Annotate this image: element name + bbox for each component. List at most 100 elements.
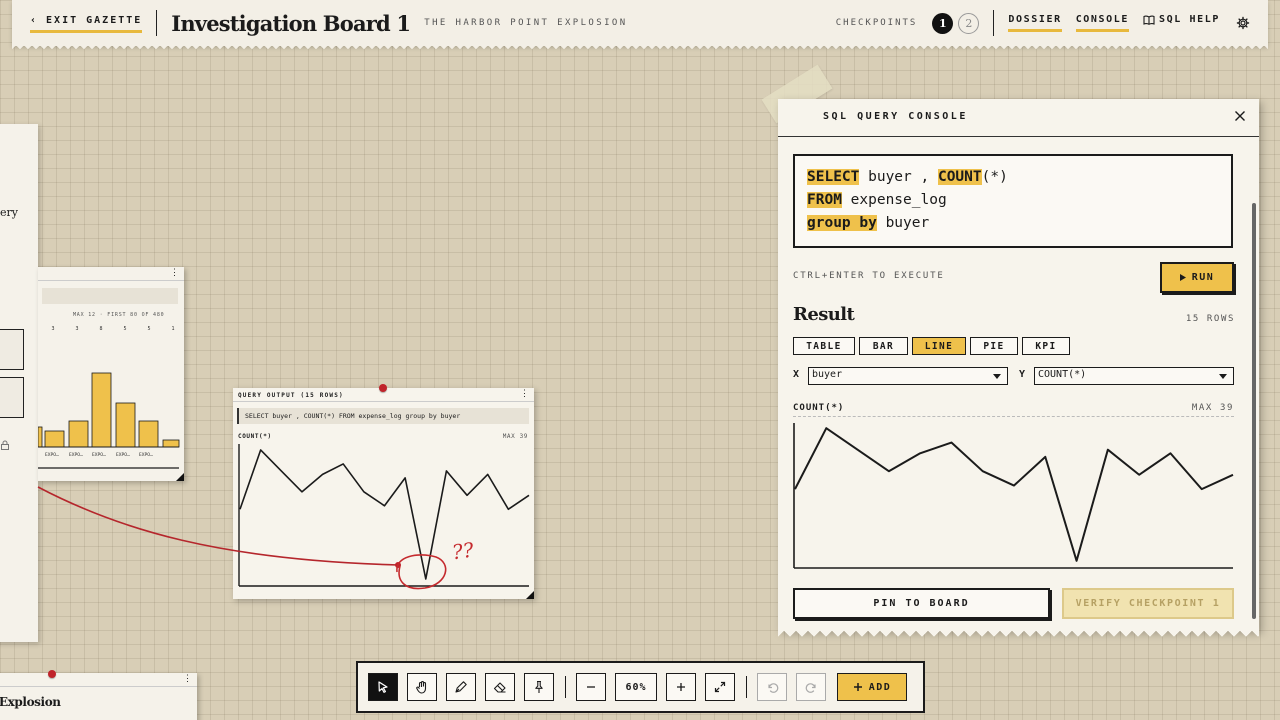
- tab-bar[interactable]: BAR: [859, 337, 908, 355]
- board-subtitle: THE HARBOR POINT EXPLOSION: [424, 18, 628, 28]
- chart-max-label: MAX 39: [1191, 403, 1234, 413]
- sql-console-panel: SQL QUERY CONSOLE SELECT buyer , COUNT(*…: [778, 99, 1259, 638]
- divider: [993, 10, 995, 36]
- card-menu-icon[interactable]: ⋮: [170, 268, 179, 278]
- hand-icon: [416, 681, 427, 694]
- sql-help-link[interactable]: SQL HELP: [1143, 14, 1220, 32]
- sql-keyword: group by: [807, 215, 877, 231]
- card-resize-handle[interactable]: [526, 591, 534, 599]
- y-axis-label: Y: [1019, 369, 1026, 380]
- bar-top-label: 5: [123, 326, 126, 332]
- checkpoint-1[interactable]: 1: [932, 12, 954, 34]
- lock-icon: [1, 440, 9, 450]
- close-icon[interactable]: [1233, 109, 1247, 123]
- bar-label: EXPO…: [45, 452, 59, 458]
- dossier-link[interactable]: DOSSIER: [1008, 14, 1062, 32]
- add-label: ADD: [868, 681, 892, 693]
- zoom-level: 60%: [615, 673, 657, 701]
- bar-label: EXPO…: [116, 452, 130, 458]
- console-title: SQL QUERY CONSOLE: [823, 111, 968, 122]
- pushpin-icon: [535, 680, 543, 693]
- pin-marker[interactable]: [48, 670, 56, 678]
- cursor-icon: [378, 681, 388, 693]
- board-card-headline[interactable]: ⋮ t Explosion: [0, 673, 197, 720]
- sql-line: FROM expense_log: [807, 189, 1219, 212]
- table-cell: [0, 329, 24, 370]
- card-header: [0, 673, 197, 687]
- pin-to-board-button[interactable]: PIN TO BOARD: [793, 588, 1050, 619]
- add-button[interactable]: ADD: [837, 673, 907, 701]
- minus-icon: [587, 686, 595, 688]
- undo-button[interactable]: [757, 673, 787, 701]
- pen-tool-button[interactable]: [446, 673, 476, 701]
- board-card-bar-chart[interactable]: ⋮ MAX 12 · FIRST 80 OF 480 3 3 8 5 5 1 E…: [38, 267, 184, 481]
- x-axis-label: X: [793, 369, 800, 380]
- tab-line[interactable]: LINE: [912, 337, 966, 355]
- y-axis-select[interactable]: COUNT(*): [1034, 367, 1234, 385]
- bar-label: EXPO…: [139, 452, 153, 458]
- book-icon: [1143, 15, 1155, 25]
- verify-checkpoint-button: VERIFY CHECKPOINT 1: [1062, 588, 1234, 619]
- card-menu-icon[interactable]: ⋮: [183, 674, 192, 684]
- chevron-down-icon: [993, 374, 1001, 379]
- card-chart-ylabel: COUNT(*): [238, 433, 272, 440]
- bar: [115, 402, 136, 448]
- sql-editor[interactable]: SELECT buyer , COUNT(*) FROM expense_log…: [793, 154, 1233, 248]
- card-sql-bar: [42, 288, 178, 304]
- checkpoint-2[interactable]: 2: [958, 12, 980, 34]
- sql-keyword: FROM: [807, 192, 842, 208]
- sql-text: buyer: [876, 215, 930, 231]
- card-header: [38, 267, 184, 281]
- bar-top-label: 1: [171, 326, 174, 332]
- console-scrollbar[interactable]: [1252, 203, 1256, 619]
- chart-ylabel: COUNT(*): [793, 403, 845, 413]
- bar-top-label: 5: [147, 326, 150, 332]
- run-label: RUN: [1191, 272, 1215, 283]
- bar-top-label: 3: [75, 326, 78, 332]
- sql-help-label: SQL HELP: [1159, 14, 1220, 25]
- card-chart-max: MAX 39: [502, 433, 528, 440]
- console-link[interactable]: CONSOLE: [1075, 14, 1130, 32]
- card-menu-icon[interactable]: ⋮: [520, 389, 529, 399]
- tab-kpi[interactable]: KPI: [1022, 337, 1070, 355]
- axis-selectors: X buyer Y COUNT(*): [793, 367, 1234, 385]
- tab-table[interactable]: TABLE: [793, 337, 855, 355]
- run-button[interactable]: RUN: [1160, 262, 1234, 293]
- eraser-tool-button[interactable]: [485, 673, 515, 701]
- exit-gazette-button[interactable]: ‹ EXIT GAZETTE: [30, 13, 143, 33]
- chart-divider: [793, 416, 1234, 417]
- toolbar-divider: [565, 676, 566, 698]
- expand-icon: [714, 681, 726, 693]
- zoom-out-button[interactable]: [576, 673, 606, 701]
- divider: [156, 10, 158, 36]
- bar: [68, 420, 89, 448]
- pen-icon: [455, 681, 467, 693]
- board-table-fragment: [0, 329, 24, 419]
- y-axis-value: COUNT(*): [1038, 369, 1087, 380]
- pin-marker[interactable]: [379, 384, 387, 392]
- zoom-in-button[interactable]: [666, 673, 696, 701]
- select-tool-button[interactable]: [368, 673, 398, 701]
- x-axis-select[interactable]: buyer: [808, 367, 1008, 385]
- bar: [91, 372, 112, 448]
- pin-tool-button[interactable]: [524, 673, 554, 701]
- card-sql: SELECT buyer , COUNT(*) FROM expense_log…: [237, 408, 529, 424]
- tab-pie[interactable]: PIE: [970, 337, 1018, 355]
- table-cell: [0, 377, 24, 418]
- result-title: Result: [793, 304, 855, 325]
- board-card-query-output[interactable]: QUERY OUTPUT (15 ROWS) ⋮ SELECT buyer , …: [233, 388, 534, 599]
- board-toolbar: 60% ADD: [356, 661, 925, 713]
- pan-tool-button[interactable]: [407, 673, 437, 701]
- checkpoints-label: CHECKPOINTS: [835, 18, 918, 28]
- plus-icon: [677, 683, 685, 691]
- fit-to-screen-button[interactable]: [705, 673, 735, 701]
- eraser-icon: [493, 682, 506, 693]
- redo-button[interactable]: [796, 673, 826, 701]
- gear-icon[interactable]: [1236, 16, 1250, 30]
- top-bar: ‹ EXIT GAZETTE Investigation Board 1 THE…: [12, 0, 1268, 50]
- undo-icon: [767, 682, 778, 693]
- sql-text: buyer ,: [859, 169, 938, 185]
- bar-label: EXPO…: [69, 452, 83, 458]
- x-axis-value: buyer: [812, 369, 843, 380]
